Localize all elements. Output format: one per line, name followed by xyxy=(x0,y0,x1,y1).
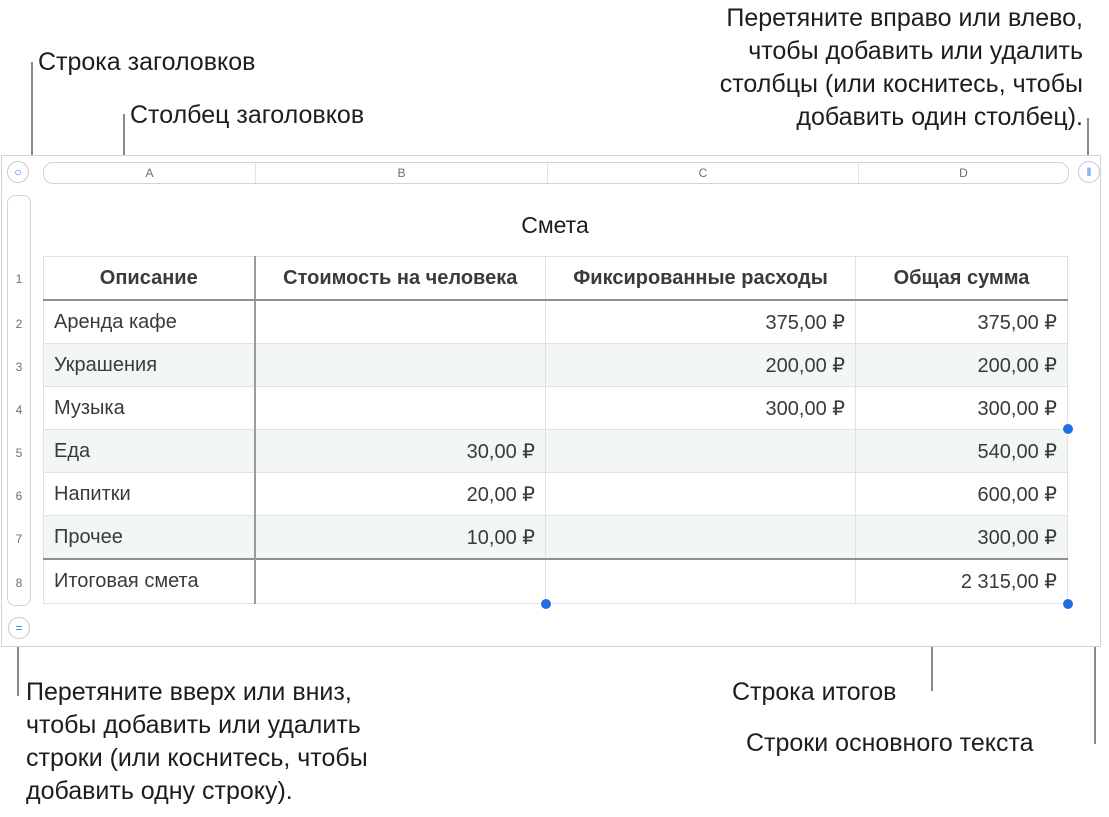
row-number-3[interactable]: 3 xyxy=(8,360,30,374)
row-number-2[interactable]: 2 xyxy=(8,317,30,331)
footer-row-callout: Строка итогов xyxy=(732,678,897,706)
callout-line: столбцы (или коснитесь, чтобы xyxy=(719,70,1083,98)
callout-line: чтобы добавить или удалить xyxy=(26,711,361,739)
callout-line: строки (или коснитесь, чтобы xyxy=(26,744,368,772)
table-row: Еда 30,00 ₽ 540,00 ₽ xyxy=(43,429,1068,473)
table-cell[interactable]: 300,00 ₽ xyxy=(545,386,856,430)
table-cell[interactable]: 300,00 ₽ xyxy=(855,515,1068,560)
row-number-4[interactable]: 4 xyxy=(8,403,30,417)
header-cell[interactable]: Фиксированные расходы xyxy=(545,256,856,301)
table-cell[interactable] xyxy=(545,472,856,516)
table-cell[interactable]: 200,00 ₽ xyxy=(855,343,1068,387)
header-cell[interactable]: Общая сумма xyxy=(855,256,1068,301)
table-cell[interactable]: Украшения xyxy=(43,343,256,387)
row-number-1[interactable]: 1 xyxy=(8,272,30,286)
footer-cell[interactable] xyxy=(545,558,856,604)
table-cell[interactable] xyxy=(545,429,856,473)
table-cell[interactable]: 600,00 ₽ xyxy=(855,472,1068,516)
table-row: Музыка 300,00 ₽ 300,00 ₽ xyxy=(43,386,1068,430)
table-cell[interactable]: Напитки xyxy=(43,472,256,516)
table-row: Прочее 10,00 ₽ 300,00 ₽ xyxy=(43,515,1068,560)
add-row-button[interactable]: = xyxy=(8,617,30,639)
table-cell[interactable] xyxy=(254,343,546,387)
callout-line: чтобы добавить или удалить xyxy=(748,37,1083,65)
table-cell[interactable]: Прочее xyxy=(43,515,256,560)
column-header-bar[interactable]: A B C D xyxy=(43,162,1069,184)
table-row: Напитки 20,00 ₽ 600,00 ₽ xyxy=(43,472,1068,516)
column-letter-b[interactable]: B xyxy=(256,163,548,183)
column-letter-c[interactable]: C xyxy=(548,163,859,183)
add-column-button[interactable]: ǁ xyxy=(1078,161,1100,183)
callout-line: Перетяните вправо или влево, xyxy=(726,4,1083,32)
add-columns-callout: Перетяните вправо или влево, чтобы добав… xyxy=(720,2,1083,134)
add-rows-callout: Перетяните вверх или вниз, чтобы добавит… xyxy=(26,676,368,808)
table-cell[interactable]: 10,00 ₽ xyxy=(254,515,546,560)
resize-handle-right[interactable] xyxy=(1062,423,1074,435)
add-rows-leader xyxy=(17,640,19,696)
column-letter-a[interactable]: A xyxy=(44,163,256,183)
resize-handle-corner[interactable] xyxy=(1062,598,1074,610)
table-cell[interactable]: Музыка xyxy=(43,386,256,430)
table-cell[interactable]: Аренда кафе xyxy=(43,299,256,344)
callout-line: добавить один столбец). xyxy=(796,103,1083,131)
body-rows-callout: Строки основного текста xyxy=(746,729,1034,757)
header-cell[interactable]: Стоимость на человека xyxy=(254,256,546,301)
circle-icon: ○ xyxy=(14,165,22,179)
table-cell[interactable]: Еда xyxy=(43,429,256,473)
footer-cell[interactable]: Итоговая смета xyxy=(43,558,256,604)
table-title[interactable]: Смета xyxy=(43,212,1067,239)
add-columns-leader xyxy=(1087,118,1089,158)
table-row: Аренда кафе 375,00 ₽ 375,00 ₽ xyxy=(43,299,1068,344)
callout-line: добавить одну строку). xyxy=(26,777,293,805)
header-column-callout: Столбец заголовков xyxy=(130,101,365,129)
table-cell[interactable]: 20,00 ₽ xyxy=(254,472,546,516)
resize-handle-bottom[interactable] xyxy=(540,598,552,610)
row-number-7[interactable]: 7 xyxy=(8,532,30,546)
table-cell[interactable] xyxy=(545,515,856,560)
table-cell[interactable]: 540,00 ₽ xyxy=(855,429,1068,473)
table-cell[interactable] xyxy=(254,299,546,344)
column-letter-d[interactable]: D xyxy=(859,163,1068,183)
row-number-6[interactable]: 6 xyxy=(8,489,30,503)
row-number-8[interactable]: 8 xyxy=(8,576,30,590)
row-number-5[interactable]: 5 xyxy=(8,446,30,460)
table-cell[interactable]: 375,00 ₽ xyxy=(855,299,1068,344)
footer-row: Итоговая смета 2 315,00 ₽ xyxy=(43,558,1068,604)
table-cell[interactable]: 30,00 ₽ xyxy=(254,429,546,473)
table-row: Украшения 200,00 ₽ 200,00 ₽ xyxy=(43,343,1068,387)
table-cell[interactable]: 200,00 ₽ xyxy=(545,343,856,387)
callout-line: Перетяните вверх или вниз, xyxy=(26,678,352,706)
table-cell[interactable] xyxy=(254,386,546,430)
table-cell[interactable]: 375,00 ₽ xyxy=(545,299,856,344)
budget-table: Описание Стоимость на человека Фиксирова… xyxy=(43,256,1068,604)
header-row: Описание Стоимость на человека Фиксирова… xyxy=(43,256,1068,301)
footer-cell[interactable] xyxy=(254,558,546,604)
header-cell[interactable]: Описание xyxy=(43,256,256,301)
footer-cell[interactable]: 2 315,00 ₽ xyxy=(855,558,1068,604)
equals-icon: = xyxy=(15,621,23,635)
table-cell[interactable]: 300,00 ₽ xyxy=(855,386,1068,430)
row-header-bar[interactable]: 1 2 3 4 5 6 7 8 xyxy=(7,195,31,606)
pause-icon: ǁ xyxy=(1086,165,1092,179)
select-table-button[interactable]: ○ xyxy=(7,161,29,183)
header-row-callout: Строка заголовков xyxy=(38,48,256,76)
